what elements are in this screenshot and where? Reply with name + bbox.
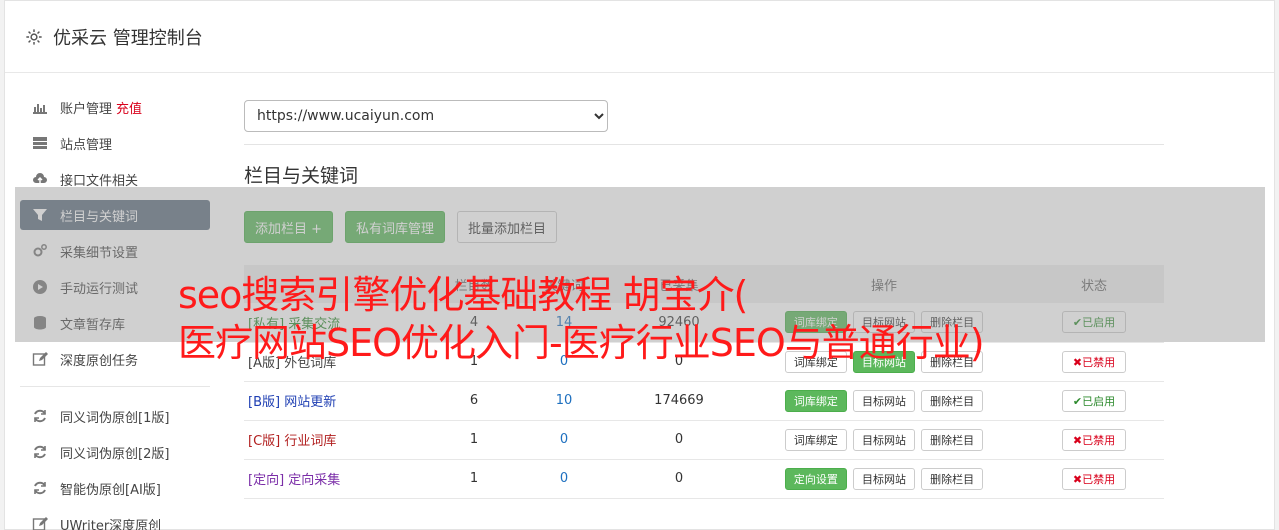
- sidebar-item-synonym-v2[interactable]: 同义词伪原创[2版]: [20, 437, 210, 467]
- sidebar-item-uwriter[interactable]: UWriter深度原创: [20, 509, 210, 530]
- watermark-text: seo搜索引擎优化基础教程 胡宝介( 医疗网站SEO优化入门-医疗行业SEO与普…: [178, 272, 985, 367]
- gear-icon: [26, 28, 42, 45]
- sidebar-item-label: 同义词伪原创[1版]: [60, 410, 170, 426]
- delete-column-button[interactable]: 删除栏目: [921, 389, 984, 412]
- bind-library-button[interactable]: 词库绑定: [784, 389, 847, 412]
- site-select[interactable]: https://www.ucaiyun.com: [244, 100, 608, 132]
- sidebar-item-label: UWriter深度原创: [60, 518, 162, 530]
- bar-chart-icon: [33, 104, 47, 114]
- watermark-line-2: 医疗网站SEO优化入门-医疗行业SEO与普通行业): [178, 320, 985, 365]
- sidebar-item-label: 接口文件相关: [60, 173, 139, 189]
- row-name[interactable]: 网站更新: [284, 395, 336, 410]
- server-icon: [33, 137, 47, 149]
- sidebar-item-label: 站点管理: [60, 137, 113, 153]
- table-row: [定向] 定向采集 1 0 0 定向设置 目标网站 删除栏目 ✖已禁用: [244, 459, 1164, 499]
- status-toggle[interactable]: ✖已禁用: [1061, 467, 1127, 490]
- row-keywords[interactable]: 10: [514, 381, 614, 421]
- sidebar-item-label: 账户管理: [60, 101, 113, 117]
- edit-icon: [32, 352, 48, 366]
- row-name-cell[interactable]: [B版] 网站更新: [244, 381, 434, 421]
- target-site-button[interactable]: 目标网站: [853, 428, 915, 451]
- status-toggle[interactable]: ✔已启用: [1061, 389, 1127, 412]
- section-title: 栏目与关键词: [244, 165, 359, 187]
- row-tag: [C版]: [248, 434, 281, 449]
- page-title: 优采云 管理控制台: [53, 27, 203, 49]
- target-site-button[interactable]: 目标网站: [853, 467, 915, 490]
- refresh-icon: [34, 409, 46, 423]
- row-tag: [B版]: [248, 395, 281, 410]
- row-tag: [定向]: [248, 473, 285, 488]
- sidebar-item-label: 同义词伪原创[2版]: [60, 446, 170, 462]
- sidebar-item-label: 智能伪原创[AI版]: [60, 482, 161, 498]
- divider: [244, 144, 1164, 145]
- row-columns: 1: [434, 420, 514, 460]
- watermark-line-1: seo搜索引擎优化基础教程 胡宝介(: [178, 273, 748, 317]
- row-status-cell: ✖已禁用: [1024, 342, 1164, 382]
- row-actions: 词库绑定 目标网站 删除栏目: [744, 420, 1024, 460]
- status-toggle[interactable]: ✖已禁用: [1061, 350, 1127, 373]
- row-keywords[interactable]: 0: [514, 420, 614, 460]
- row-columns: 1: [434, 459, 514, 499]
- table-row: [B版] 网站更新 6 10 174669 词库绑定 目标网站 删除栏目 ✔已启…: [244, 381, 1164, 421]
- row-name[interactable]: 行业词库: [284, 434, 336, 449]
- delete-column-button[interactable]: 删除栏目: [921, 428, 984, 451]
- sidebar-divider: [20, 386, 210, 387]
- console-header: 优采云 管理控制台: [5, 1, 1274, 73]
- row-status-cell: ✖已禁用: [1024, 420, 1164, 460]
- row-actions: 定向设置 目标网站 删除栏目: [744, 459, 1024, 499]
- row-status-cell: ✖已禁用: [1024, 459, 1164, 499]
- row-status-cell: ✔已启用: [1024, 381, 1164, 421]
- row-name-cell[interactable]: [C版] 行业词库: [244, 420, 434, 460]
- direction-settings-button[interactable]: 定向设置: [784, 467, 847, 490]
- edit-icon: [32, 517, 48, 530]
- row-collected: 0: [614, 420, 744, 460]
- sidebar-item-label: 深度原创任务: [60, 353, 139, 369]
- cloud-upload-icon: [33, 173, 47, 183]
- row-collected: 0: [614, 459, 744, 499]
- delete-column-button[interactable]: 删除栏目: [921, 467, 984, 490]
- row-columns: 6: [434, 381, 514, 421]
- sidebar-item-synonym-v1[interactable]: 同义词伪原创[1版]: [20, 401, 210, 431]
- sidebar-item-sites[interactable]: 站点管理: [20, 128, 210, 158]
- target-site-button[interactable]: 目标网站: [853, 389, 915, 412]
- sidebar-item-ai-rewrite[interactable]: 智能伪原创[AI版]: [20, 473, 210, 503]
- row-name-cell[interactable]: [定向] 定向采集: [244, 459, 434, 499]
- row-name[interactable]: 定向采集: [288, 473, 340, 488]
- row-collected: 174669: [614, 381, 744, 421]
- bind-library-button[interactable]: 词库绑定: [784, 428, 847, 451]
- refresh-icon: [34, 481, 46, 495]
- table-row: [C版] 行业词库 1 0 0 词库绑定 目标网站 删除栏目 ✖已禁用: [244, 420, 1164, 460]
- row-keywords[interactable]: 0: [514, 459, 614, 499]
- refresh-icon: [34, 445, 46, 459]
- recharge-link[interactable]: 充值: [116, 98, 142, 117]
- sidebar-item-account[interactable]: 账户管理 充值: [20, 92, 210, 122]
- status-toggle[interactable]: ✖已禁用: [1061, 428, 1127, 451]
- row-actions: 词库绑定 目标网站 删除栏目: [744, 381, 1024, 421]
